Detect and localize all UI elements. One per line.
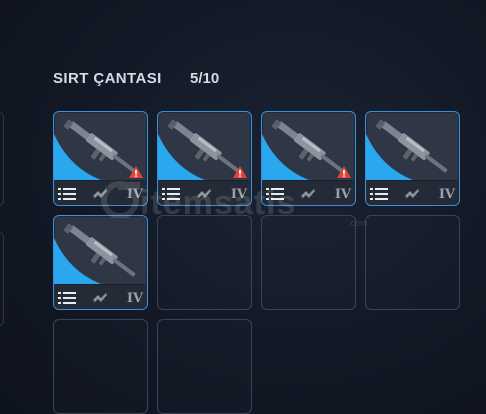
inventory-capacity: 5/10	[190, 70, 220, 87]
inventory-slot-item[interactable]: IV	[53, 215, 148, 310]
weapon-mod-icon	[405, 189, 419, 198]
inventory-slot-item[interactable]: IV	[157, 111, 252, 206]
weapon-mod-icon	[301, 189, 315, 198]
weapon-mod-icon	[93, 293, 107, 302]
inventory-title: SIRT ÇANTASI	[53, 70, 162, 87]
inventory-slot-empty[interactable]	[261, 215, 356, 310]
rifle-icon	[366, 119, 448, 184]
warning-icon	[233, 166, 247, 178]
slot-info-bar: IV	[366, 180, 459, 205]
inventory-slot-item[interactable]: IV	[53, 111, 148, 206]
warning-icon	[337, 166, 351, 178]
tier-label: IV	[334, 187, 351, 202]
weapon-mod-icon	[93, 189, 107, 198]
slot-info-bar: IV	[54, 284, 147, 309]
tier-label: IV	[438, 187, 455, 202]
slot-info-bar: IV	[262, 180, 355, 205]
warning-icon	[129, 166, 143, 178]
attachments-icon	[58, 188, 76, 200]
weapon-mod-icon	[197, 189, 211, 198]
left-panel-edge-top	[0, 112, 4, 206]
inventory-slot-empty[interactable]	[365, 215, 460, 310]
inventory-slot-empty[interactable]	[53, 319, 148, 414]
tier-label: IV	[126, 291, 143, 306]
rifle-icon	[54, 223, 136, 288]
tier-label: IV	[230, 187, 247, 202]
slot-info-bar: IV	[54, 180, 147, 205]
attachments-icon	[266, 188, 284, 200]
inventory-slot-empty[interactable]	[157, 215, 252, 310]
tier-label: IV	[126, 187, 143, 202]
inventory-slot-item[interactable]: IV	[365, 111, 460, 206]
attachments-icon	[162, 188, 180, 200]
left-panel-edge-bottom	[0, 232, 4, 326]
attachments-icon	[370, 188, 388, 200]
inventory-slot-empty[interactable]	[157, 319, 252, 414]
inventory-slot-item[interactable]: IV	[261, 111, 356, 206]
attachments-icon	[58, 292, 76, 304]
slot-info-bar: IV	[158, 180, 251, 205]
